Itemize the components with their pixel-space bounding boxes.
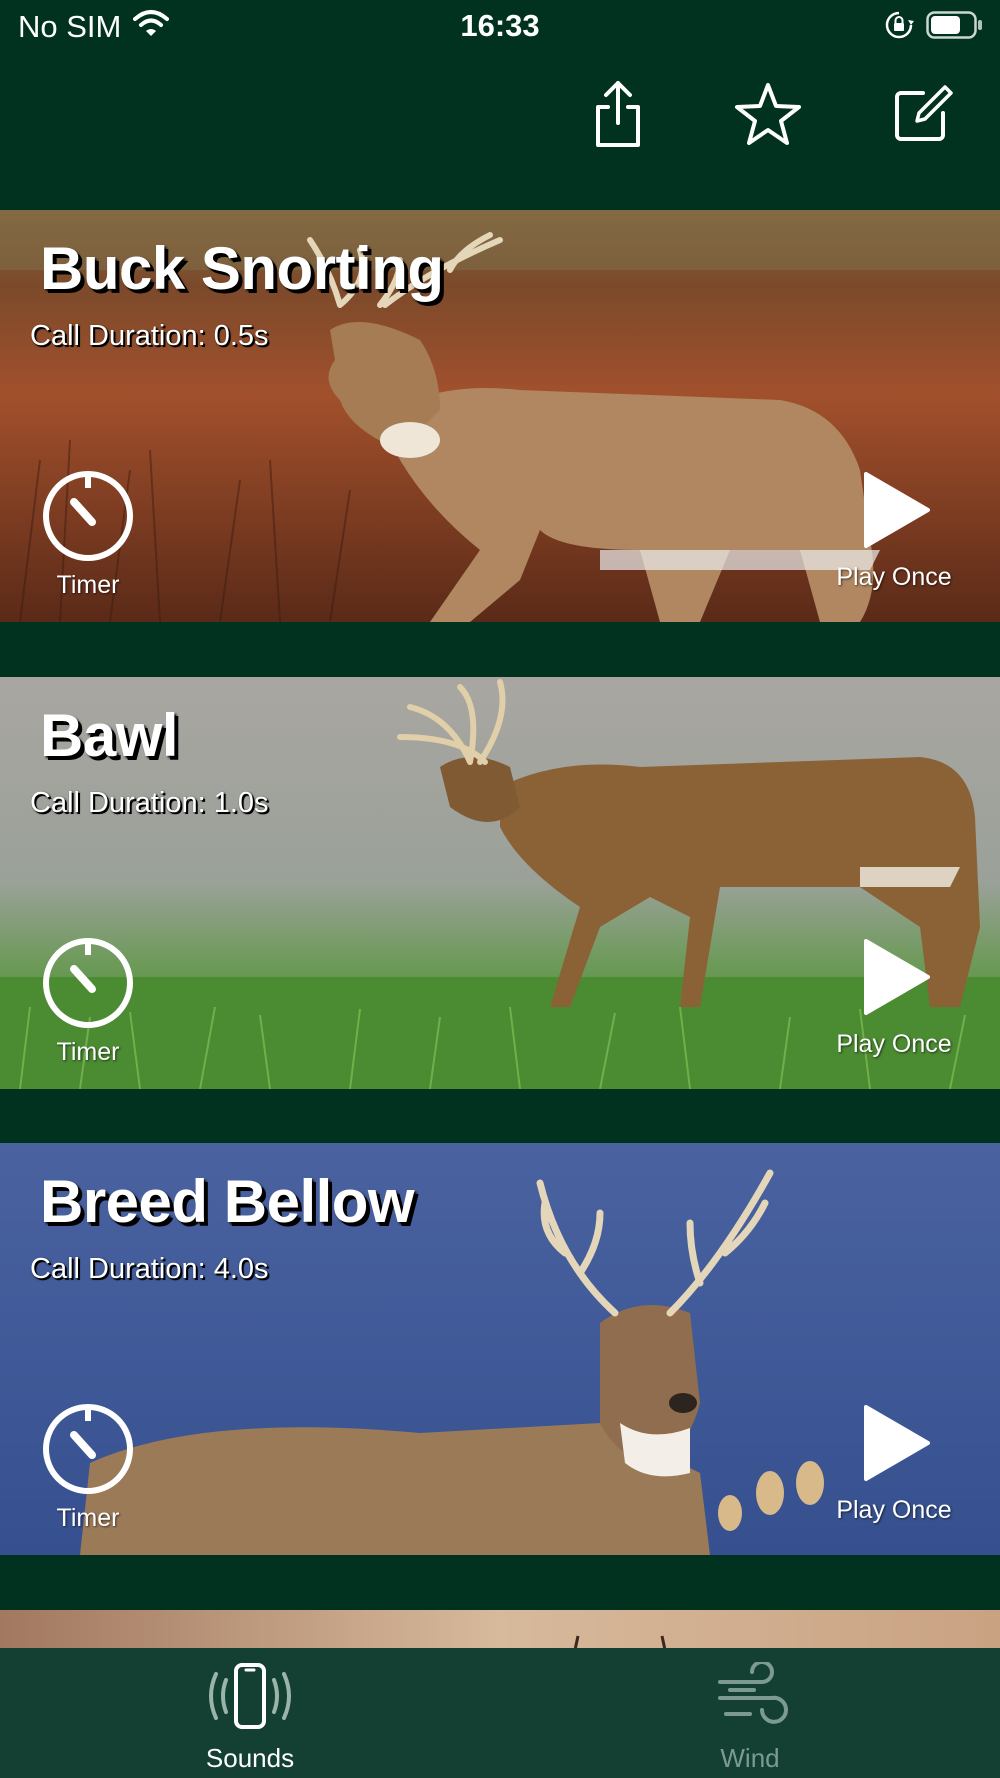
timer-label: Timer [56, 1504, 120, 1532]
tab-label: Sounds [205, 1743, 295, 1773]
timer-label: Timer [56, 571, 120, 599]
play-once-label: Play Once [836, 563, 952, 591]
tab-wind[interactable]: Wind [650, 1660, 850, 1774]
play-icon [854, 472, 934, 556]
call-duration: Call Duration: 0.5s [30, 320, 269, 352]
call-card-breed-bellow[interactable]: Breed Bellow Call Duration: 4.0s Timer P… [0, 1143, 1000, 1555]
play-icon [854, 1405, 934, 1489]
edit-button[interactable] [882, 76, 962, 156]
call-card-bawl[interactable]: Bawl Call Duration: 1.0s Timer Play Once [0, 677, 1000, 1089]
status-bar: No SIM 16:33 [0, 0, 1000, 56]
play-once-label: Play Once [836, 1030, 952, 1058]
play-once-button[interactable]: Play Once [824, 1401, 964, 1525]
timer-icon [40, 1404, 136, 1501]
timer-icon [40, 938, 136, 1035]
orientation-lock-icon [884, 10, 914, 45]
play-icon [854, 939, 934, 1023]
call-card-partial[interactable] [0, 1610, 1000, 1650]
call-card-buck-snorting[interactable]: Buck Snorting Call Duration: 0.5s Timer … [0, 210, 1000, 622]
timer-button[interactable]: Timer [38, 1401, 138, 1533]
nav-bar [0, 56, 1000, 210]
call-title: Breed Bellow [40, 1168, 415, 1235]
status-right [884, 10, 984, 45]
call-duration: Call Duration: 1.0s [30, 787, 269, 819]
call-title: Buck Snorting [40, 235, 444, 302]
tab-bar: Sounds Wind [0, 1648, 1000, 1778]
play-once-button[interactable]: Play Once [824, 935, 964, 1059]
timer-icon [40, 471, 136, 568]
play-once-button[interactable]: Play Once [824, 468, 964, 592]
timer-label: Timer [56, 1038, 120, 1066]
share-icon [588, 79, 648, 154]
timer-button[interactable]: Timer [38, 935, 138, 1067]
favorite-button[interactable] [728, 76, 808, 156]
call-duration: Call Duration: 4.0s [30, 1253, 269, 1285]
tab-label: Wind [720, 1743, 780, 1773]
share-button[interactable] [578, 76, 658, 156]
call-title: Bawl [40, 702, 179, 769]
battery-icon [926, 10, 984, 45]
deer-photo [0, 1610, 1000, 1650]
status-time: 16:33 [460, 8, 540, 43]
phone-vibrate-icon [200, 1663, 300, 1736]
wind-icon [700, 1660, 800, 1736]
edit-icon [889, 81, 955, 152]
star-icon [733, 79, 803, 154]
play-once-label: Play Once [836, 1496, 952, 1524]
tab-sounds[interactable]: Sounds [150, 1662, 350, 1774]
timer-button[interactable]: Timer [38, 468, 138, 600]
